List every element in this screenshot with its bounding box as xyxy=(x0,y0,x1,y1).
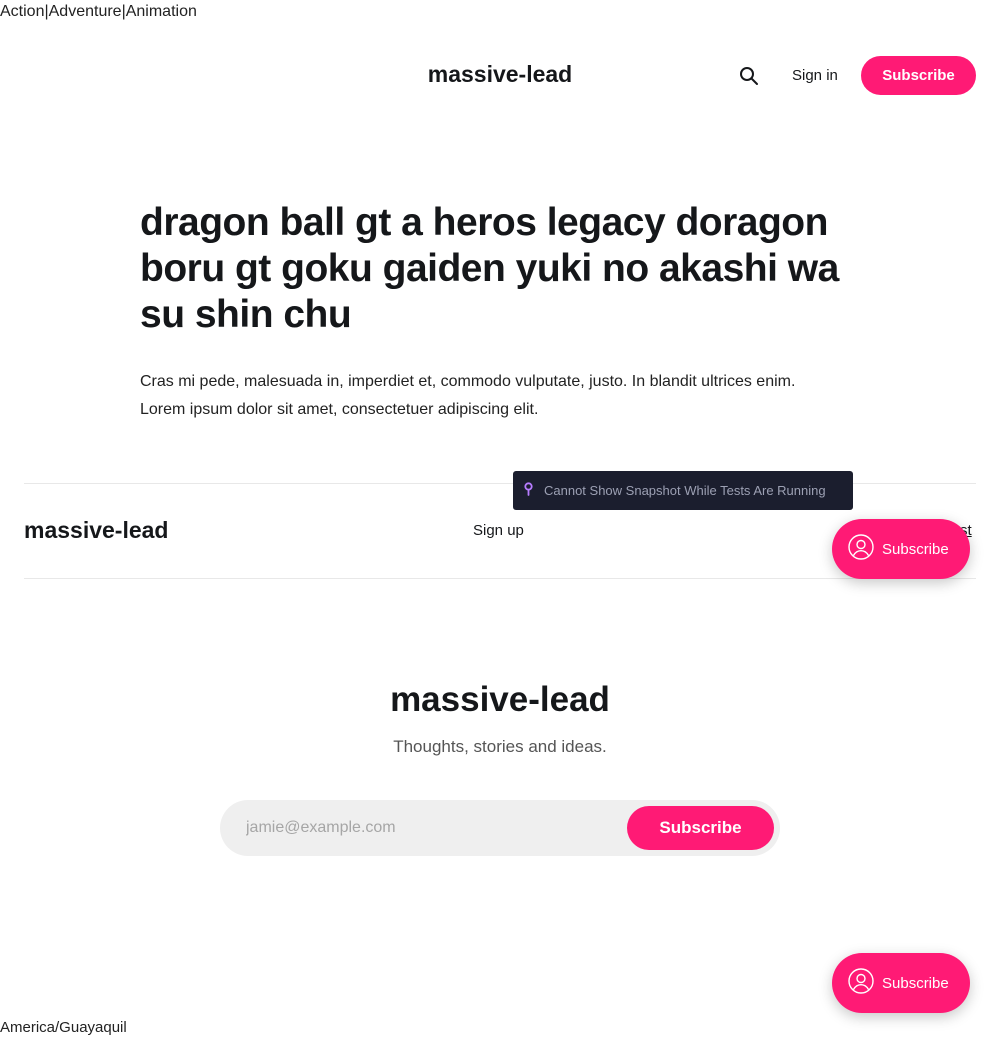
article-excerpt: Cras mi pede, malesuada in, imperdiet et… xyxy=(140,373,796,418)
signin-link[interactable]: Sign in xyxy=(792,67,838,84)
cta-subscribe-button[interactable]: Subscribe xyxy=(627,806,774,850)
site-header: massive-lead Sign in Subscribe xyxy=(0,56,1000,96)
email-input[interactable] xyxy=(246,816,626,840)
floating-subscribe-button[interactable]: Subscribe xyxy=(832,519,970,579)
user-circle-icon xyxy=(848,534,882,564)
genre-list: Action|Adventure|Animation xyxy=(0,3,197,21)
pin-icon xyxy=(523,482,544,499)
cta-subtitle: Thoughts, stories and ideas. xyxy=(393,737,607,756)
subscribe-form: Subscribe xyxy=(220,800,780,856)
article-title: dragon ball gt a heros legacy doragon bo… xyxy=(140,201,839,336)
floating-subscribe-label: Subscribe xyxy=(882,974,949,992)
genre-item: Action xyxy=(0,3,45,20)
search-icon[interactable] xyxy=(738,65,760,87)
cta-site-title: massive-lead xyxy=(390,680,610,719)
floating-subscribe-label: Subscribe xyxy=(882,540,949,558)
genre-item: Adventure xyxy=(48,3,122,20)
footer-site-title[interactable]: massive-lead xyxy=(24,517,168,544)
footer-divider-bottom xyxy=(24,578,976,579)
floating-subscribe-button-bottom[interactable]: Subscribe xyxy=(832,953,970,1013)
timezone-label: America/Guayaquil xyxy=(0,1019,127,1036)
site-title[interactable]: massive-lead xyxy=(0,61,1000,88)
header-subscribe-button[interactable]: Subscribe xyxy=(861,56,976,95)
genre-item: Animation xyxy=(125,3,197,20)
tooltip-text: Cannot Show Snapshot While Tests Are Run… xyxy=(544,483,826,498)
user-circle-icon xyxy=(848,968,882,998)
footer-signup-link[interactable]: Sign up xyxy=(473,522,524,539)
snapshot-tooltip: Cannot Show Snapshot While Tests Are Run… xyxy=(513,471,853,510)
